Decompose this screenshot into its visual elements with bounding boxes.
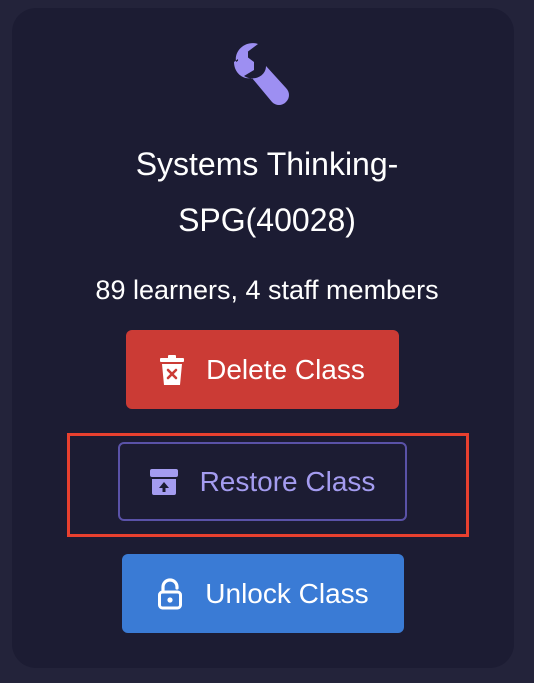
class-title-line2: SPG(40028) xyxy=(178,202,356,238)
trash-icon xyxy=(160,354,185,385)
restore-class-button[interactable]: Restore Class xyxy=(118,442,407,521)
delete-class-label: Delete Class xyxy=(206,353,365,385)
archive-restore-icon xyxy=(149,468,178,495)
unlock-class-label: Unlock Class xyxy=(205,577,369,609)
wrench-icon xyxy=(234,43,289,105)
unlock-icon xyxy=(157,577,183,610)
page: Systems Thinking- SPG(40028) 89 learners… xyxy=(0,0,534,683)
unlock-class-button[interactable]: Unlock Class xyxy=(122,554,404,633)
restore-class-label: Restore Class xyxy=(199,465,376,497)
class-member-count: 89 learners, 4 staff members xyxy=(95,275,439,305)
class-title-line1: Systems Thinking- xyxy=(135,146,399,182)
delete-class-button[interactable]: Delete Class xyxy=(126,330,399,409)
